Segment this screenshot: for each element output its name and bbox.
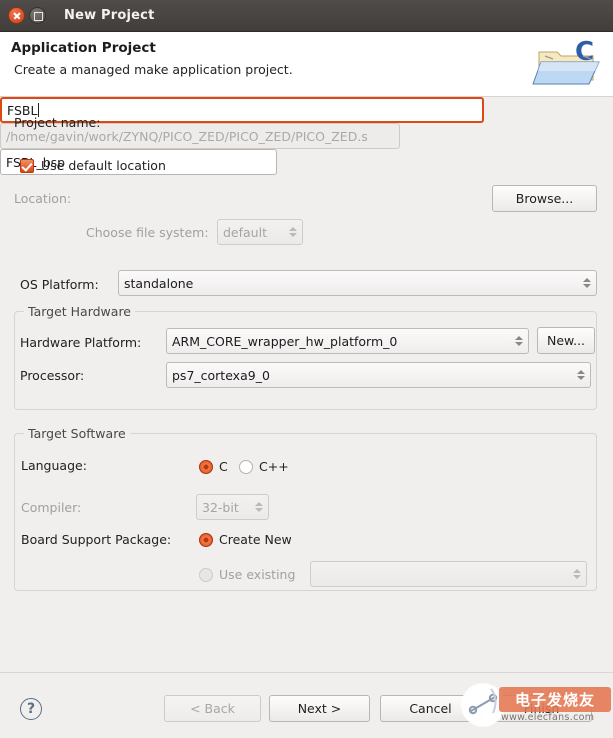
target-software-title: Target Software [24, 426, 130, 441]
chevron-updown-icon [583, 278, 591, 288]
finish-button[interactable]: Finish [491, 695, 592, 722]
project-name-label: Project name: [14, 115, 100, 130]
wizard-header: Application Project Create a managed mak… [0, 32, 613, 97]
bsp-create-new-label: Create New [219, 532, 292, 547]
target-hardware-group: Target Hardware [14, 311, 597, 410]
project-name-row: Project name: [14, 115, 100, 130]
page-subtitle: Create a managed make application projec… [14, 62, 293, 77]
chevron-updown-icon [577, 370, 585, 380]
cancel-button[interactable]: Cancel [380, 695, 481, 722]
help-icon[interactable]: ? [20, 698, 42, 720]
bsp-radio-use-existing[interactable] [199, 568, 213, 582]
os-platform-select[interactable]: standalone [118, 270, 597, 296]
os-platform-row: OS Platform: [20, 277, 99, 292]
compiler-select[interactable]: 32-bit [196, 494, 269, 520]
file-system-label: Choose file system: [86, 225, 209, 240]
browse-button[interactable]: Browse... [492, 185, 597, 212]
bsp-row: Board Support Package: [21, 532, 171, 547]
language-row: Language: [21, 458, 87, 473]
bsp-create-new-option[interactable]: Create New [199, 532, 292, 547]
bsp-use-existing-option[interactable]: Use existing [199, 567, 295, 582]
compiler-value: 32-bit [202, 500, 239, 515]
hardware-platform-label: Hardware Platform: [20, 335, 141, 350]
language-label: Language: [21, 458, 87, 473]
bsp-existing-select[interactable] [310, 561, 587, 587]
compiler-label: Compiler: [21, 500, 81, 515]
new-hardware-platform-button[interactable]: New... [537, 327, 595, 354]
dialog-footer: ? < Back Next > Cancel Finish [0, 672, 613, 738]
back-label: < Back [190, 701, 235, 716]
language-radio-c[interactable] [199, 460, 213, 474]
browse-label: Browse... [516, 191, 573, 206]
next-label: Next > [298, 701, 342, 716]
compiler-row: Compiler: [21, 500, 81, 515]
cancel-label: Cancel [409, 701, 451, 716]
chevron-updown-icon [573, 569, 581, 579]
language-label-c: C [219, 459, 228, 474]
hardware-platform-select[interactable]: ARM_CORE_wrapper_hw_platform_0 [166, 328, 529, 354]
title-bar: New Project [0, 0, 613, 32]
file-system-row: Choose file system: [86, 225, 209, 240]
finish-label: Finish [524, 701, 560, 716]
hardware-platform-value: ARM_CORE_wrapper_hw_platform_0 [172, 334, 397, 349]
use-default-location-label: Use default location [41, 158, 166, 173]
back-button[interactable]: < Back [164, 695, 261, 722]
processor-label: Processor: [20, 368, 84, 383]
os-platform-value: standalone [124, 276, 193, 291]
bsp-use-existing-label: Use existing [219, 567, 295, 582]
close-icon[interactable] [8, 7, 25, 24]
chevron-updown-icon [289, 227, 297, 237]
next-button[interactable]: Next > [269, 695, 370, 722]
window-title: New Project [64, 8, 155, 23]
location-label: Location: [14, 191, 71, 206]
hardware-platform-row: Hardware Platform: [20, 335, 141, 350]
language-label-cpp: C++ [259, 459, 289, 474]
use-default-location-row[interactable]: Use default location [20, 158, 166, 173]
chevron-updown-icon [255, 502, 263, 512]
new-project-dialog: New Project Application Project Create a… [0, 0, 613, 738]
processor-value: ps7_cortexa9_0 [172, 368, 270, 383]
bsp-radio-create-new[interactable] [199, 533, 213, 547]
processor-row: Processor: [20, 368, 84, 383]
use-default-location-checkbox[interactable] [20, 159, 34, 173]
os-platform-label: OS Platform: [20, 277, 99, 292]
bsp-label: Board Support Package: [21, 532, 171, 547]
new-button-label: New... [547, 333, 585, 348]
language-option-c[interactable]: C [199, 459, 228, 474]
location-row: Location: [14, 191, 71, 206]
location-value: /home/gavin/work/ZYNQ/PICO_ZED/PICO_ZED/… [6, 129, 368, 144]
language-option-cpp[interactable]: C++ [239, 459, 289, 474]
c-project-folder-icon: C [527, 34, 607, 94]
target-hardware-title: Target Hardware [24, 304, 135, 319]
maximize-icon[interactable] [29, 7, 46, 24]
language-radio-cpp[interactable] [239, 460, 253, 474]
processor-select[interactable]: ps7_cortexa9_0 [166, 362, 591, 388]
file-system-select[interactable]: default [217, 219, 303, 245]
dialog-body: Project name: FSBL Use default location … [0, 97, 613, 672]
page-title: Application Project [11, 40, 156, 56]
chevron-updown-icon [515, 336, 523, 346]
file-system-value: default [223, 225, 267, 240]
